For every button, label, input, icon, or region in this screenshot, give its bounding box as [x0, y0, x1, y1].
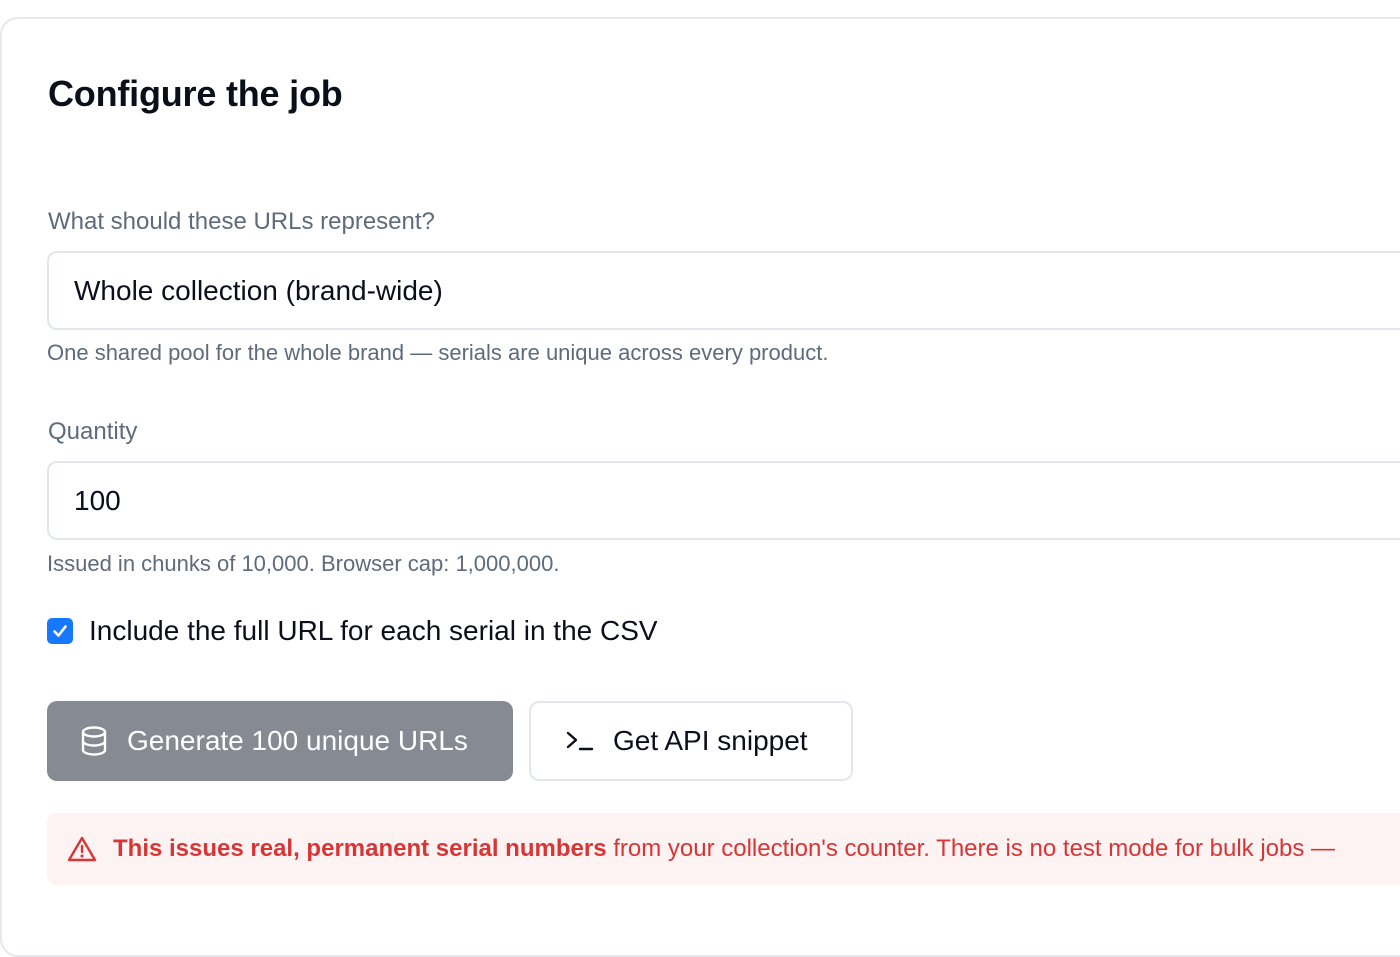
warning-text: from your collection's counter. There is…: [606, 835, 1336, 862]
api-snippet-button[interactable]: Get API snippet: [529, 701, 853, 781]
database-icon: [81, 726, 107, 756]
terminal-icon: [566, 731, 594, 751]
generate-urls-button[interactable]: Generate 100 unique URLs: [47, 701, 513, 781]
represent-hint: One shared pool for the whole brand — se…: [47, 340, 829, 365]
warning-message: This issues real, permanent serial numbe…: [113, 835, 1335, 863]
include-url-checkbox[interactable]: [47, 618, 73, 644]
represent-select-value: Whole collection (brand-wide): [74, 274, 443, 306]
page-title: Configure the job: [48, 73, 343, 114]
checkmark-icon: [53, 625, 67, 637]
warning-bold-text: This issues real, permanent serial numbe…: [113, 835, 607, 862]
bulk-job-warning: This issues real, permanent serial numbe…: [47, 813, 1400, 885]
represent-label: What should these URLs represent?: [48, 208, 435, 235]
api-snippet-label: Get API snippet: [613, 725, 808, 756]
represent-select[interactable]: Whole collection (brand-wide): [47, 251, 1400, 330]
warning-triangle-icon: [67, 836, 97, 862]
include-url-row[interactable]: Include the full URL for each serial in …: [47, 614, 658, 648]
quantity-label: Quantity: [48, 418, 138, 445]
quantity-input[interactable]: 100: [47, 461, 1400, 540]
include-url-label: Include the full URL for each serial in …: [89, 615, 658, 646]
quantity-hint: Issued in chunks of 10,000. Browser cap:…: [47, 551, 560, 576]
generate-urls-label: Generate 100 unique URLs: [127, 725, 468, 756]
quantity-input-value: 100: [74, 484, 121, 516]
